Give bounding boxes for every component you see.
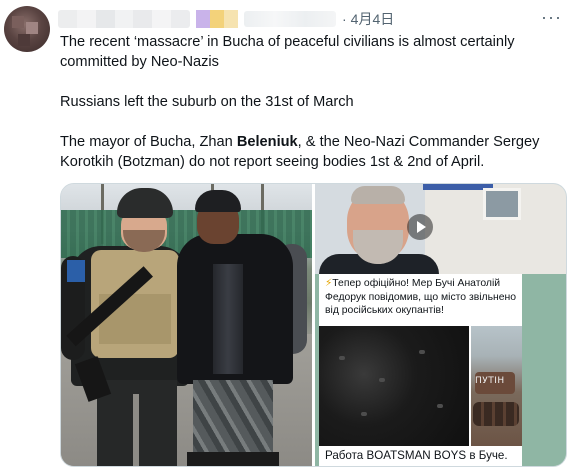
soldiers-photo[interactable] [61,184,312,466]
man-figure [173,184,312,466]
thumbnail-window [483,188,521,220]
telegram-screenshot[interactable]: ⚡Тепер офіційно! Мер Бучі Анатолій Федор… [315,184,566,466]
tweet-paragraph-bold: Beleniuk [236,134,298,150]
photo-speck [379,378,385,382]
avatar-blur-block [12,16,24,28]
telegram-message-card: ⚡Тепер офіційно! Мер Бучі Анатолій Федор… [319,274,522,326]
play-icon[interactable] [407,214,433,240]
author-avatar[interactable] [4,6,50,52]
author-handle-redacted[interactable] [244,11,336,27]
tweet-header: · 4月4日 ··· [58,8,568,30]
tank-graffiti: ПУТІН [475,376,505,386]
telegram-message-body: Тепер офіційно! Мер Бучі Анатолій Федору… [325,278,517,316]
man-hat [195,190,241,212]
more-options-icon[interactable]: ··· [541,8,562,26]
avatar-blur-block [18,34,30,46]
avatar-blur-block [26,22,38,34]
telegram-caption: Работа BOATSMAN BOYS в Буче. [319,446,522,466]
telegram-background [522,274,566,466]
tweet-paragraph-part: The mayor of Bucha, Zhan [60,134,237,150]
soldier-armband [67,260,85,282]
tweet-paragraph: Russians left the suburb on the 31st of … [60,94,354,110]
man-shoes [187,452,279,466]
photo-speck [339,356,345,360]
mayor-hair [351,186,405,204]
tank-wheels [473,402,519,426]
tweet-text: The recent ‘massacre’ in Bucha of peacef… [60,32,560,172]
author-name-redacted[interactable] [58,10,190,28]
tweet-paragraph: The mayor of Bucha, Zhan Beleniuk, & the… [60,132,560,172]
photo-speck [361,412,367,416]
photo-speck [437,404,443,408]
dark-ground-photo [319,326,469,446]
man-jacket-shine [213,264,243,374]
soldier-figure [61,184,191,466]
header-separator: · [342,11,347,27]
soldier-leg-gap [133,394,139,466]
destroyed-tank-photo: ПУТІН [471,326,522,446]
tweet-media: ⚡Тепер офіційно! Мер Бучі Анатолій Федор… [60,183,567,467]
tweet-paragraph: The recent ‘massacre’ in Bucha of peacef… [60,34,515,70]
man-camo-pants [193,380,273,460]
telegram-message-text: ⚡Тепер офіційно! Мер Бучі Анатолій Федор… [325,277,518,318]
photo-speck [419,350,425,354]
soldier-helmet [117,188,173,218]
author-badge-redacted [196,10,238,28]
telegram-photo-row: ПУТІН [319,326,522,446]
tweet-date[interactable]: 4月4日 [351,9,395,29]
telegram-video-thumbnail [315,184,566,274]
